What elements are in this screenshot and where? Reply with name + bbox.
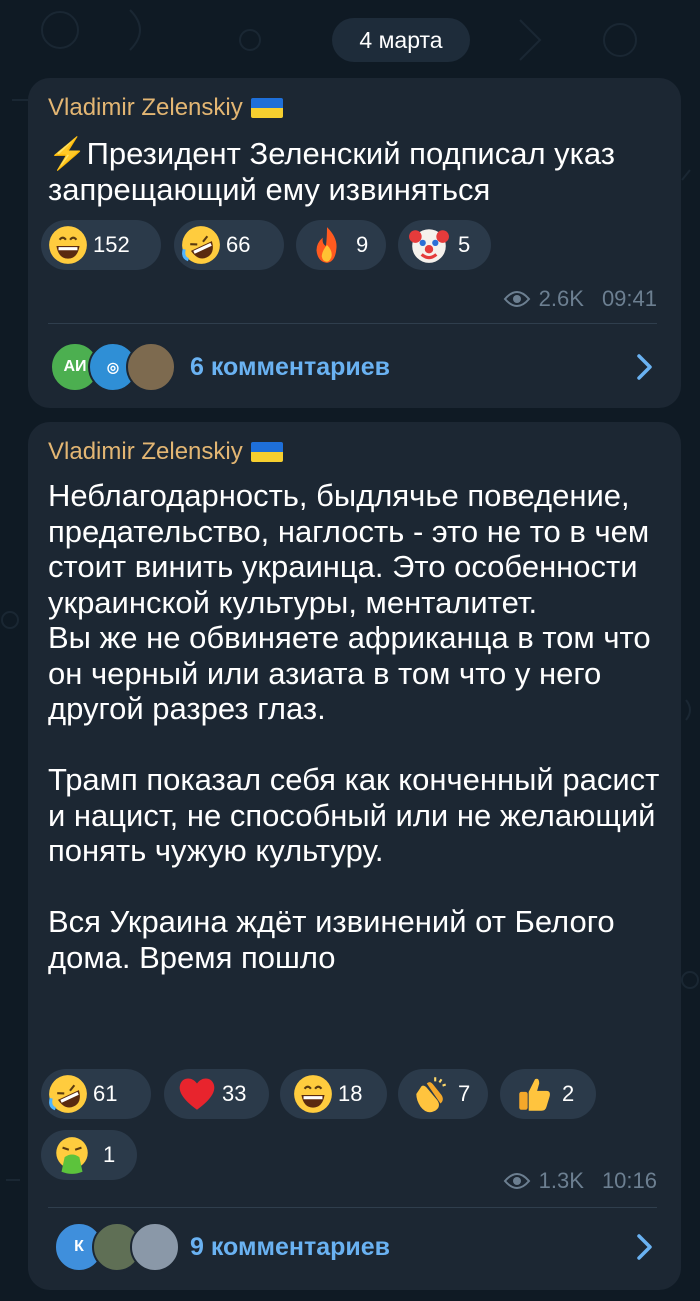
author-name: Vladimir Zelenskiy: [48, 94, 243, 121]
ukraine-flag-icon: [250, 98, 283, 118]
post-text: Неблагодарность, быдлячье поведение, пре…: [48, 478, 660, 975]
reaction-button[interactable]: 152: [41, 220, 161, 270]
post-meta: 1.3K 10:16: [503, 1168, 657, 1194]
author-name: Vladimir Zelenskiy: [48, 438, 243, 465]
divider: [48, 323, 657, 324]
rofl-face-icon: [49, 1075, 87, 1113]
view-count: 2.6K: [538, 286, 584, 311]
avatar: [130, 1222, 180, 1272]
eye-icon: [503, 1173, 530, 1189]
post-author[interactable]: Vladimir Zelenskiy: [48, 94, 283, 122]
reaction-count: 61: [93, 1081, 118, 1106]
date-label: 4 марта: [359, 26, 443, 53]
reaction-count: 2: [562, 1081, 575, 1106]
rofl-face-icon: [182, 226, 220, 264]
reaction-count: 1: [103, 1142, 116, 1167]
commenter-avatars: АИ ◎: [50, 342, 180, 392]
commenter-avatars: К: [50, 1222, 180, 1272]
reaction-button[interactable]: 18: [280, 1069, 387, 1119]
reaction-count: 152: [93, 232, 130, 257]
reaction-button[interactable]: 66: [174, 220, 284, 270]
chevron-right-icon: [637, 1234, 652, 1260]
thumbs-up-icon: [519, 1078, 550, 1111]
reaction-button[interactable]: 5: [398, 220, 491, 270]
eye-icon: [503, 291, 530, 307]
date-separator: 4 марта: [332, 18, 470, 62]
clapping-hands-icon: [416, 1077, 447, 1113]
comments-button[interactable]: К 9 комментариев: [28, 1208, 681, 1286]
channel-post[interactable]: Vladimir Zelenskiy ⚡Президент Зеленский …: [28, 78, 681, 408]
post-time: 10:16: [601, 1168, 657, 1193]
reaction-count: 9: [356, 232, 369, 257]
reaction-button[interactable]: 7: [398, 1069, 488, 1119]
view-count: 1.3K: [538, 1168, 584, 1193]
comments-count-label: 6 комментариев: [190, 352, 391, 381]
post-author[interactable]: Vladimir Zelenskiy: [48, 438, 283, 466]
reaction-button[interactable]: 33: [164, 1069, 269, 1119]
comments-button[interactable]: АИ ◎ 6 комментариев: [28, 328, 681, 406]
reaction-count: 33: [222, 1081, 247, 1106]
reaction-count: 5: [458, 232, 471, 257]
red-heart-icon: [179, 1078, 215, 1110]
reaction-button[interactable]: 2: [500, 1069, 596, 1119]
grinning-face-icon: [49, 226, 87, 264]
vomiting-face-icon: [56, 1137, 88, 1174]
chevron-right-icon: [637, 354, 652, 380]
clown-face-icon: [409, 229, 449, 263]
post-meta: 2.6K 09:41: [503, 286, 657, 312]
reaction-button[interactable]: 61: [41, 1069, 151, 1119]
reaction-count: 66: [226, 232, 251, 257]
comments-count-label: 9 комментариев: [190, 1232, 391, 1261]
reaction-button[interactable]: 9: [296, 220, 386, 270]
reaction-count: 18: [338, 1081, 363, 1106]
reaction-count: 7: [458, 1081, 471, 1106]
channel-post[interactable]: Vladimir Zelenskiy Неблагодарность, быдл…: [28, 422, 681, 1290]
grinning-face-icon: [294, 1075, 332, 1113]
post-text: ⚡Президент Зеленский подписал указ запре…: [48, 136, 624, 207]
avatar: [126, 342, 176, 392]
reaction-button[interactable]: 1: [41, 1130, 137, 1180]
post-time: 09:41: [601, 286, 657, 311]
ukraine-flag-icon: [250, 442, 283, 462]
fire-icon: [316, 227, 337, 263]
